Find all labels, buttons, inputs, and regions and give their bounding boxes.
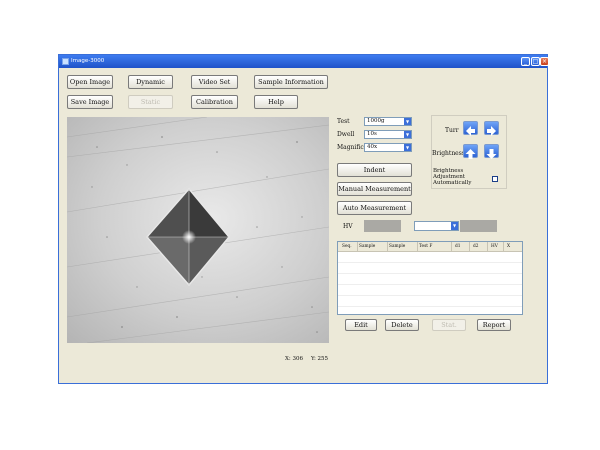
column-header-x[interactable]: X — [507, 242, 510, 251]
turret-left-button[interactable] — [463, 121, 478, 136]
turret-right-button[interactable] — [484, 121, 499, 136]
arrow-down-icon — [486, 149, 497, 159]
manual-measurement-button[interactable]: Manual Measurement — [337, 182, 412, 196]
dwell-select[interactable]: 10s ▼ — [364, 130, 412, 139]
window-title: Image-3000 — [71, 58, 105, 64]
test-force-value: 1000g — [367, 118, 385, 124]
maximize-button[interactable]: □ — [531, 57, 540, 66]
dynamic-button[interactable]: Dynamic — [128, 75, 173, 89]
auto-brightness-checkbox[interactable] — [492, 176, 498, 182]
y-coordinate-readout: Y: 255 — [311, 356, 329, 362]
arrow-right-icon — [487, 126, 496, 136]
column-header-hv[interactable]: HV — [491, 242, 498, 251]
open-image-button[interactable]: Open Image — [67, 75, 113, 89]
video-set-button[interactable]: Video Set — [191, 75, 238, 89]
report-button[interactable]: Report — [477, 319, 511, 331]
edit-button[interactable]: Edit — [345, 319, 377, 331]
chevron-down-icon: ▼ — [404, 144, 411, 151]
save-image-button[interactable]: Save Image — [67, 95, 113, 109]
indentation-image — [67, 117, 329, 343]
image-viewer[interactable] — [67, 117, 329, 343]
magnification-value: 40x — [367, 144, 378, 150]
title-bar[interactable]: Image-3000 _ □ × — [59, 55, 549, 68]
test-label: Test — [337, 118, 350, 125]
column-header-test-force[interactable]: Test F — [419, 242, 432, 251]
sample-information-button[interactable]: Sample Information — [254, 75, 328, 89]
column-header-sample-2[interactable]: Sample — [389, 242, 405, 251]
column-header-d1[interactable]: d1 — [455, 242, 461, 251]
static-button[interactable]: Static — [128, 95, 173, 109]
app-icon — [62, 58, 69, 65]
magnification-select[interactable]: 40x ▼ — [364, 143, 412, 152]
x-coordinate-readout: X: 306 — [285, 356, 304, 362]
brightness-up-button[interactable] — [463, 144, 478, 159]
arrow-left-icon — [466, 126, 475, 136]
column-header-d2[interactable]: d2 — [473, 242, 479, 251]
chevron-down-icon: ▼ — [404, 131, 411, 138]
dwell-value: 10s — [367, 131, 377, 137]
table-header: Seq. Sample Sample Test F d1 d2 HV X — [338, 242, 522, 252]
chevron-down-icon: ▼ — [451, 222, 458, 230]
delete-button[interactable]: Delete — [385, 319, 419, 331]
column-header-seq[interactable]: Seq. — [342, 242, 352, 251]
close-button[interactable]: × — [540, 57, 549, 66]
column-header-sample[interactable]: Sample — [359, 242, 375, 251]
test-force-select[interactable]: 1000g ▼ — [364, 117, 412, 126]
hv-scale-select[interactable]: ▼ — [414, 221, 459, 231]
hv-label: HV — [343, 223, 353, 230]
hv-value-display — [364, 220, 401, 232]
stat-button[interactable]: Stat. — [432, 319, 466, 331]
magnific-label: Magnific — [337, 144, 364, 151]
minimize-button[interactable]: _ — [521, 57, 530, 66]
turret-label: Turr — [445, 127, 459, 134]
help-button[interactable]: Help — [254, 95, 298, 109]
indent-button[interactable]: Indent — [337, 163, 412, 177]
hv-result-display — [460, 220, 497, 232]
brightness-label: Brightness — [432, 150, 465, 157]
chevron-down-icon: ▼ — [404, 118, 411, 125]
brightness-down-button[interactable] — [484, 144, 499, 159]
dwell-label: Dwell — [337, 131, 355, 138]
auto-measurement-button[interactable]: Auto Measurement — [337, 201, 412, 215]
arrow-up-icon — [465, 149, 476, 159]
calibration-button[interactable]: Calibration — [191, 95, 238, 109]
results-table[interactable]: Seq. Sample Sample Test F d1 d2 HV X — [337, 241, 523, 315]
auto-brightness-label: Brightness Adjustment Automatically — [433, 168, 472, 186]
main-window: Image-3000 _ □ × Open Image Dynamic Vide… — [58, 54, 549, 384]
